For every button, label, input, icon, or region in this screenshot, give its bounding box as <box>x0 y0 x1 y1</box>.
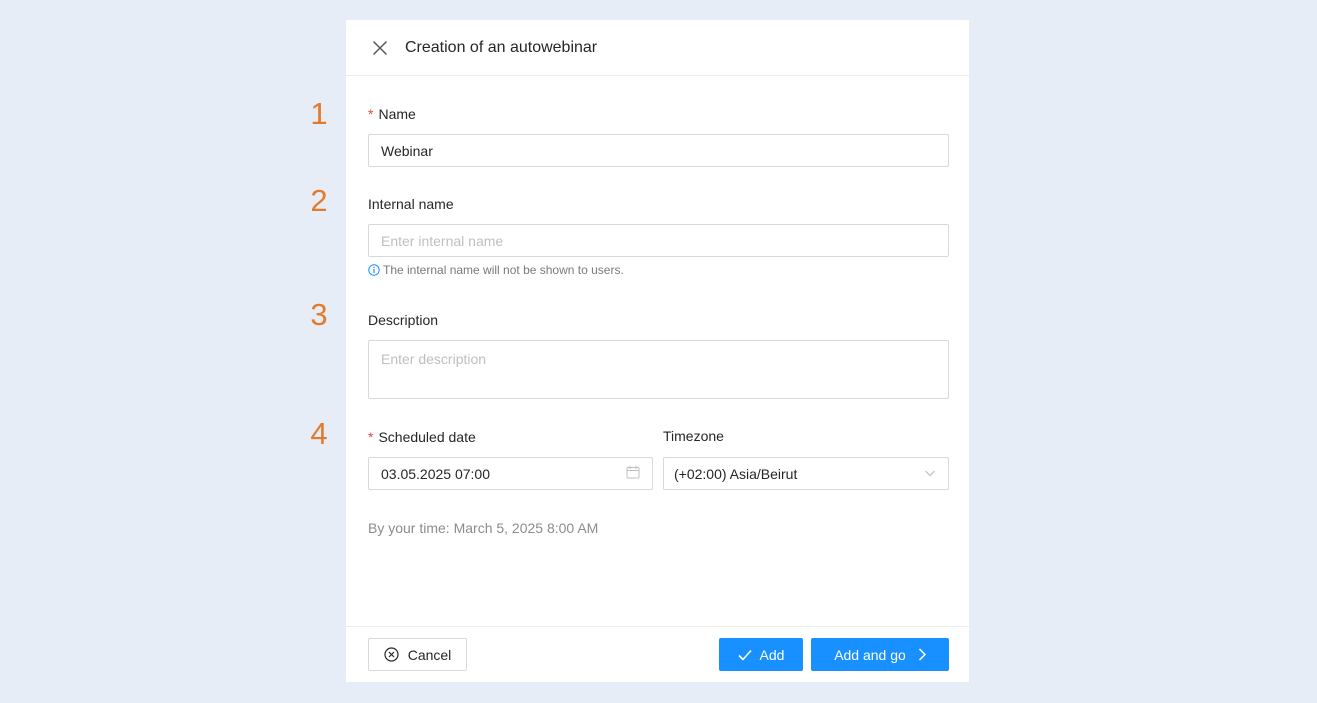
chevron-right-icon <box>918 648 926 661</box>
description-input[interactable] <box>368 340 949 399</box>
step-number-1: 1 <box>310 96 328 131</box>
timezone-value: (+02:00) Asia/Beirut <box>674 465 798 482</box>
internal-name-hint: The internal name will not be shown to u… <box>368 263 624 277</box>
chevron-down-icon <box>924 466 936 482</box>
step-number-4: 4 <box>310 416 328 451</box>
step-number-2: 2 <box>310 183 328 218</box>
scheduled-date-picker[interactable]: 03.05.2025 07:00 <box>368 457 653 490</box>
check-icon <box>737 649 752 661</box>
description-label: Description <box>368 312 439 328</box>
close-icon[interactable] <box>372 40 388 56</box>
autowebinar-modal: Creation of an autowebinar *Name Interna… <box>346 20 969 682</box>
scheduled-date-label: * Scheduled date <box>368 429 476 445</box>
timezone-select[interactable]: (+02:00) Asia/Beirut <box>663 457 949 490</box>
modal-header: Creation of an autowebinar <box>346 20 969 76</box>
add-and-go-button[interactable]: Add and go <box>811 638 949 671</box>
required-mark: * <box>368 429 374 445</box>
internal-name-input[interactable] <box>368 224 949 257</box>
required-mark: * <box>368 106 374 122</box>
by-your-time-text: By your time: March 5, 2025 8:00 AM <box>368 520 599 536</box>
close-circle-icon <box>384 647 399 662</box>
step-number-3: 3 <box>310 297 328 332</box>
name-input[interactable] <box>368 134 949 167</box>
add-button[interactable]: Add <box>719 638 803 671</box>
timezone-label: Timezone <box>663 428 724 444</box>
name-label: * Name <box>368 106 416 122</box>
info-icon <box>368 264 380 276</box>
calendar-icon[interactable] <box>626 465 640 482</box>
internal-name-label: Internal name <box>368 196 454 212</box>
modal-title: Creation of an autowebinar <box>405 38 598 56</box>
scheduled-date-value: 03.05.2025 07:00 <box>381 465 490 482</box>
cancel-button[interactable]: Cancel <box>368 638 467 671</box>
modal-footer: Cancel Add Add and go <box>346 626 969 682</box>
